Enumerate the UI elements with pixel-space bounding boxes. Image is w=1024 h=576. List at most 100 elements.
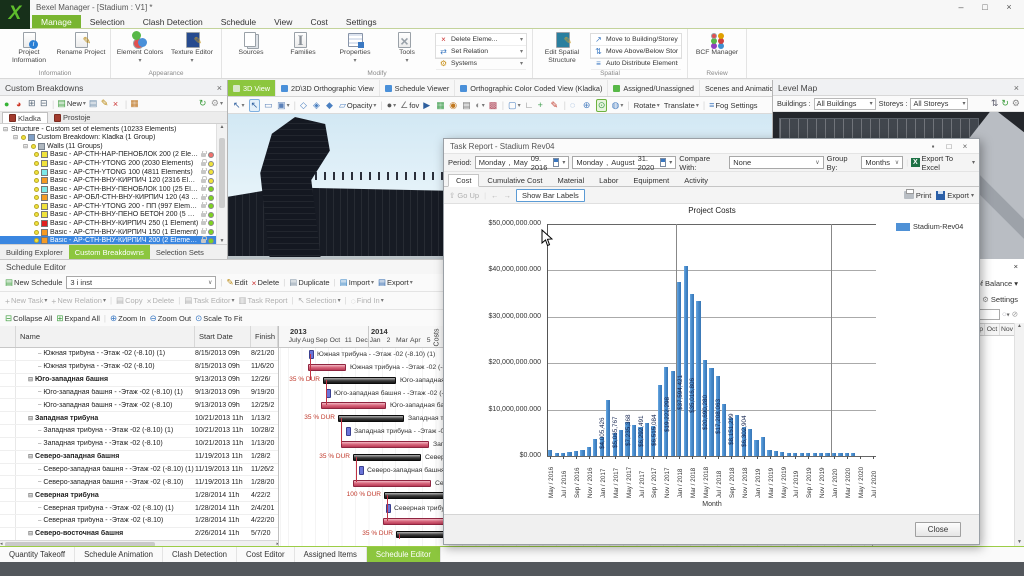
schedule-row[interactable]: –Северная трибуна - -Этаж -02 (-8.10)1/2… (0, 515, 278, 528)
schedule-row[interactable]: –Западная трибуна - -Этаж -02 (-8.10)10/… (0, 438, 278, 451)
view-tab-scenes-and-animations[interactable]: Scenes and Animations (700, 80, 772, 96)
tree-item[interactable]: Basic - АР-СТН-ВНУ-КИРПИЧ 120 (2316 Elem… (0, 176, 227, 185)
chart-bar[interactable] (754, 440, 758, 456)
tree-item[interactable]: Basic - АР-СТН-YTONG 100 (4811 Elements) (0, 168, 227, 177)
chart-bar[interactable] (761, 437, 765, 456)
ribbon-button-edit-spatial-structure[interactable]: Edit Spatial Structure (536, 30, 588, 69)
ribbon-button-rename-project[interactable]: Rename Project (55, 30, 107, 69)
chart-bar[interactable] (671, 371, 675, 456)
view-cube-home-icon[interactable]: ◇ (300, 100, 309, 111)
column-header-finish[interactable]: Finish (251, 326, 278, 347)
bottom-tab-schedule-editor[interactable]: Schedule Editor (367, 547, 441, 562)
gantt-bar-task[interactable] (353, 480, 431, 487)
panel-settings-icon[interactable]: ⚙▾ (211, 98, 223, 109)
ribbon-button-systems[interactable]: ⚙Systems▾ (436, 58, 526, 70)
tree-node-root[interactable]: ⊟Structure - Custom set of elements (102… (0, 125, 227, 134)
report-tab-material[interactable]: Material (550, 175, 591, 186)
ribbon-button-set-relation[interactable]: ⇄Set Relation▾ (436, 46, 526, 58)
view-tab-assigned-unassigned[interactable]: Assigned/Unassigned (608, 80, 700, 96)
scroll-down-icon[interactable]: ▼ (217, 238, 227, 244)
move-element-icon[interactable]: + (538, 100, 547, 110)
collapse-icon[interactable]: ⊟ (28, 492, 33, 499)
gantt-bar-summary[interactable] (338, 415, 404, 422)
ribbon-tab-schedule[interactable]: Schedule (212, 15, 265, 28)
schedule-row[interactable]: ⊟Юго-западная башня9/13/2013 09h12/26/ (0, 374, 278, 387)
date-to-picker[interactable]: Monday,August31. 2020 ▾ (572, 156, 676, 169)
schedule-select[interactable]: 3 i inst∨ (66, 276, 216, 289)
report-tab-activity[interactable]: Activity (677, 175, 715, 186)
task-editor-button[interactable]: ▤Task Editor▾ (184, 295, 234, 306)
scrollbar-thumb[interactable] (219, 138, 225, 208)
ribbon-button-move-above-below-storey[interactable]: ⇅Move Above/Below Storey (591, 46, 681, 58)
chart-bar[interactable] (722, 404, 726, 456)
duplicate-schedule-button[interactable]: ▤Duplicate (289, 277, 329, 288)
chart-bar[interactable] (813, 453, 817, 456)
selection-button[interactable]: ↖Selection▾ (298, 295, 341, 306)
web-view-icon[interactable]: ◍▾ (611, 100, 623, 111)
collapse-selection-icon[interactable]: ⊟ (40, 98, 49, 109)
gantt-bar-summary[interactable] (353, 454, 421, 461)
view-tab-3d-view[interactable]: 3D View (228, 80, 276, 96)
marquee-select-icon[interactable]: ▭ (264, 100, 273, 111)
view-tab-orthographic-color-coded-view-kladka[interactable]: Orthographic Color Coded View (Kladka) (455, 80, 608, 96)
calendar-icon[interactable] (553, 158, 560, 167)
report-tab-cumulative-cost[interactable]: Cumulative Cost (480, 175, 549, 186)
close-panel-icon[interactable]: × (1014, 83, 1019, 93)
ribbon-tab-settings[interactable]: Settings (337, 15, 386, 28)
schedule-row[interactable]: ⊟Северная трибуна1/28/2014 11h4/22/2 (0, 489, 278, 502)
collapse-icon[interactable]: ⊟ (2, 126, 9, 133)
delete-breakdown-icon[interactable]: × (113, 99, 122, 109)
chart-bar[interactable] (800, 453, 804, 456)
schedule-row[interactable]: –Южная трибуна - -Этаж -02 (-8.10)8/15/2… (0, 361, 278, 374)
collapse-all-button[interactable]: ⊟Collapse All (5, 313, 52, 324)
chart-bar[interactable] (684, 266, 688, 456)
opacity-button[interactable]: ▱Opacity▾ (339, 100, 376, 111)
collapse-icon[interactable]: ⊟ (28, 376, 33, 383)
ribbon-tab-selection[interactable]: Selection (81, 15, 134, 28)
chart-bar[interactable] (851, 453, 855, 456)
rotate-button[interactable]: Rotate▾ (634, 101, 660, 110)
schedule-row[interactable]: –Северо-западная башня - -Этаж -02 (-8.1… (0, 476, 278, 489)
chart-bar[interactable] (619, 430, 623, 456)
show-elements-icon[interactable]: ● (4, 99, 13, 109)
pointer-select-icon[interactable]: ↖ (249, 99, 261, 112)
maximize-icon[interactable]: □ (941, 142, 957, 151)
new-relation-button[interactable]: +New Relation▾ (51, 296, 106, 306)
export-schedule-button[interactable]: ▤Export▾ (378, 277, 413, 288)
import-schedule-button[interactable]: ▤Import▾ (340, 277, 374, 288)
tree-node-walls[interactable]: ⊟Walls (11 Groups) (0, 142, 227, 151)
ribbon-tab-manage[interactable]: Manage (32, 15, 81, 28)
tree-item[interactable]: Basic - АР-СТН-ВНУ-КИРПИЧ 200 (2 Element… (0, 236, 227, 244)
collapse-icon[interactable]: ⊟ (28, 530, 33, 537)
ribbon-button-move-to-building-storey[interactable]: ↗Move to Building/Storey (591, 34, 681, 46)
close-button[interactable]: Close (915, 522, 961, 537)
chart-bar[interactable] (606, 400, 610, 456)
schedule-row[interactable]: ⊟Западная трибуна10/21/2013 11h1/13/2 (0, 412, 278, 425)
ribbon-button-properties[interactable]: Properties▾ (329, 30, 381, 69)
export-button[interactable]: Export▾ (936, 191, 974, 200)
pin-icon[interactable]: ▪ (925, 142, 941, 151)
column-header-start-date[interactable]: Start Date (195, 326, 251, 347)
find-in-button[interactable]: ◌Find In▾ (351, 296, 384, 306)
measure-icon[interactable]: ∟ (525, 100, 534, 110)
translate-button[interactable]: Translate▾ (664, 101, 699, 110)
column-header-name[interactable]: Name (16, 326, 195, 347)
report-tab-labor[interactable]: Labor (592, 175, 625, 186)
gantt-milestone[interactable] (346, 427, 351, 436)
close-panel-icon[interactable]: × (217, 83, 222, 93)
ribbon-button-bcf-manager[interactable]: BCF Manager (691, 30, 743, 69)
close-icon[interactable]: × (957, 142, 973, 151)
chart-bar[interactable] (825, 453, 829, 456)
tree-node-breakdown[interactable]: ⊟Custom Breakdown: Kladka (1 Group) (0, 134, 227, 143)
chart-bar[interactable] (658, 385, 662, 456)
print-button[interactable]: Print (904, 191, 931, 200)
schedule-row[interactable]: –Западная трибуна - -Этаж -02 (-8.10) (1… (0, 425, 278, 438)
ribbon-tab-cost[interactable]: Cost (301, 15, 336, 28)
tree-item[interactable]: Basic - АР-СТН-НАР-ПЕНОБЛОК 200 (2 Eleme… (0, 151, 227, 160)
gantt-bar-summary[interactable] (323, 377, 396, 384)
bottom-tab-quantity-takeoff[interactable]: Quantity Takeoff (0, 547, 75, 562)
collapse-icon[interactable]: ⊟ (12, 134, 19, 141)
storey-filter-icon[interactable]: ⇅ (991, 98, 999, 109)
chart-bar[interactable] (696, 301, 700, 456)
gear-icon[interactable]: ⚙ (1012, 98, 1020, 109)
